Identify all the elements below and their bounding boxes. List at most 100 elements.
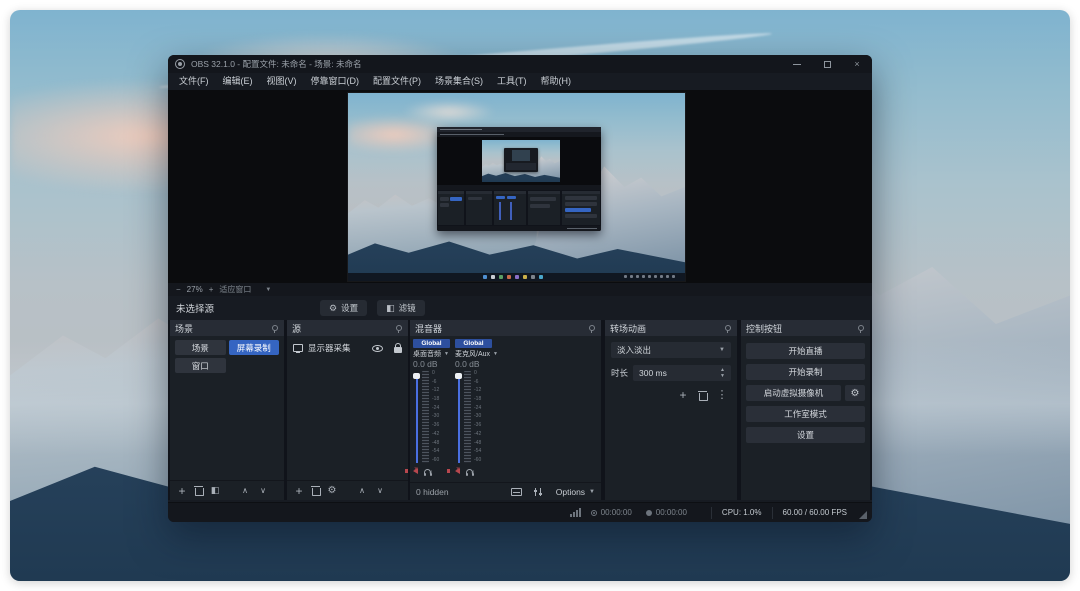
maximize-button[interactable]: [812, 55, 842, 73]
menu-help[interactable]: 帮助(H): [534, 73, 579, 90]
virtualcam-config-button[interactable]: [845, 385, 865, 401]
zoom-mode-dropdown[interactable]: 适应窗口: [219, 284, 271, 295]
visibility-eye-icon[interactable]: [372, 344, 383, 352]
remove-transition-button[interactable]: [698, 390, 708, 401]
titlebar[interactable]: OBS 32.1.0 - 配置文件: 未命名 - 场景: 未命名 ×: [168, 55, 872, 73]
minimize-button[interactable]: [782, 55, 812, 73]
monitor-headphones-icon[interactable]: [424, 469, 433, 476]
source-filters-label: 滤镜: [398, 303, 416, 313]
advanced-audio-icon[interactable]: [533, 487, 544, 496]
sources-list: 显示器采集: [287, 336, 408, 480]
menu-scene-collection[interactable]: 场景集合(S): [428, 73, 490, 90]
transition-select[interactable]: 淡入淡出: [611, 342, 731, 358]
volume-fader[interactable]: [455, 371, 462, 463]
add-transition-button[interactable]: [676, 388, 690, 402]
menu-file[interactable]: 文件(F): [172, 73, 216, 90]
transitions-header[interactable]: 转场动画: [605, 320, 737, 336]
divider: [771, 506, 773, 519]
transition-current-label: 淡入淡出: [617, 345, 652, 355]
menu-docks[interactable]: 停靠窗口(D): [304, 73, 367, 90]
scene-filters-button[interactable]: [209, 485, 221, 496]
transition-more-button[interactable]: [715, 388, 729, 402]
mixer-options-button[interactable]: Options: [556, 487, 595, 497]
preview-mini-tiny-window: [504, 148, 538, 172]
zoom-in-button[interactable]: +: [209, 285, 214, 294]
start-recording-button[interactable]: 开始录制: [746, 364, 865, 380]
sources-title: 源: [292, 323, 302, 334]
hidden-count: 0 hidden: [416, 486, 449, 497]
scene-up-button[interactable]: [239, 485, 251, 496]
source-up-button[interactable]: [356, 485, 368, 496]
resize-grip[interactable]: [859, 511, 867, 519]
mute-speaker-icon[interactable]: [447, 466, 460, 474]
settings-button[interactable]: 设置: [746, 427, 865, 443]
duration-spinbox[interactable]: 300 ms ▲ ▼: [633, 365, 731, 381]
scene-item[interactable]: 场景: [175, 340, 226, 355]
preview-mini-control-button: [565, 202, 597, 206]
source-item[interactable]: 显示器采集: [287, 339, 408, 357]
preview-video-canvas[interactable]: [347, 92, 686, 282]
preview-mini-scene: [440, 197, 449, 201]
preview-mini-docks: [437, 190, 601, 226]
preview-mini-control-button: [565, 208, 591, 212]
menu-profile[interactable]: 配置文件(P): [366, 73, 428, 90]
remove-source-button[interactable]: [311, 486, 321, 496]
channel-name-label: 桌面音频: [413, 350, 441, 358]
preview-taskbar-tray: [623, 275, 675, 278]
preview-mini-statusbar: [437, 226, 601, 231]
monitor-headphones-icon[interactable]: [466, 469, 475, 476]
minimize-icon: [793, 63, 801, 65]
global-badge: Global: [413, 339, 450, 348]
source-properties-button[interactable]: 设置: [320, 300, 368, 316]
lock-icon[interactable]: [394, 342, 402, 353]
source-properties-gear-button[interactable]: [326, 485, 338, 496]
pin-icon[interactable]: [270, 324, 279, 333]
channel-name-dropdown[interactable]: 麦克风/Aux: [455, 348, 492, 359]
no-source-label: 未选择源: [176, 304, 215, 315]
source-filters-button[interactable]: 滤镜: [377, 300, 425, 316]
source-item-label: 显示器采集: [308, 343, 351, 353]
scene-down-button[interactable]: [257, 485, 269, 496]
mixer-header[interactable]: 混音器: [410, 320, 601, 336]
display-capture-icon: [293, 344, 303, 353]
pin-icon[interactable]: [587, 324, 596, 333]
menu-tools[interactable]: 工具(T): [490, 73, 534, 90]
studio-mode-button[interactable]: 工作室模式: [746, 406, 865, 422]
scene-item[interactable]: 窗口: [175, 358, 226, 373]
volume-fader[interactable]: [413, 371, 420, 463]
zoom-out-button[interactable]: −: [176, 285, 181, 294]
mixer-layout-icon[interactable]: [510, 487, 522, 496]
start-virtualcam-button[interactable]: 启动虚拟摄像机: [746, 385, 841, 401]
channel-name-dropdown[interactable]: 桌面音频: [413, 348, 450, 359]
remove-scene-button[interactable]: [194, 486, 204, 496]
record-status-icon: [645, 509, 652, 516]
preview-mini-source-row: [468, 197, 482, 200]
global-badge: Global: [455, 339, 492, 348]
controls-header[interactable]: 控制按钮: [741, 320, 870, 336]
pin-icon[interactable]: [394, 324, 403, 333]
stream-time: 00:00:00: [600, 508, 632, 517]
gear-icon: [329, 303, 337, 314]
start-streaming-button[interactable]: 开始直播: [746, 343, 865, 359]
mixer-channel-mic-aux: Global 麦克风/Aux 0.0 dB 0-6-12-18-24-30-36…: [447, 339, 492, 482]
preview-taskbar-icons: [482, 275, 543, 279]
spinner-arrows[interactable]: ▲ ▼: [720, 367, 725, 379]
duration-value: 300 ms: [639, 368, 667, 378]
scene-item-selected[interactable]: 屏幕录制: [228, 340, 279, 355]
mute-speaker-icon[interactable]: [405, 466, 418, 474]
sources-header[interactable]: 源: [287, 320, 408, 336]
mixer-body: Global 桌面音频 0.0 dB 0-6-12-18-24-30-36-42…: [405, 336, 601, 482]
add-scene-button[interactable]: [176, 484, 188, 498]
pin-icon[interactable]: [856, 324, 865, 333]
menu-view[interactable]: 视图(V): [260, 73, 304, 90]
cpu-usage: CPU: 1.0%: [721, 508, 762, 517]
menu-edit[interactable]: 编辑(E): [216, 73, 260, 90]
close-button[interactable]: ×: [842, 55, 872, 73]
scenes-header[interactable]: 场景: [170, 320, 284, 336]
transitions-panel: 转场动画 淡入淡出 时长 300 ms ▲▼: [605, 320, 737, 500]
add-source-button[interactable]: [293, 484, 305, 498]
preview-mini-obs-window: [437, 127, 601, 231]
pin-icon[interactable]: [723, 324, 732, 333]
scenes-toolbar: [170, 480, 284, 500]
source-down-button[interactable]: [374, 485, 386, 496]
